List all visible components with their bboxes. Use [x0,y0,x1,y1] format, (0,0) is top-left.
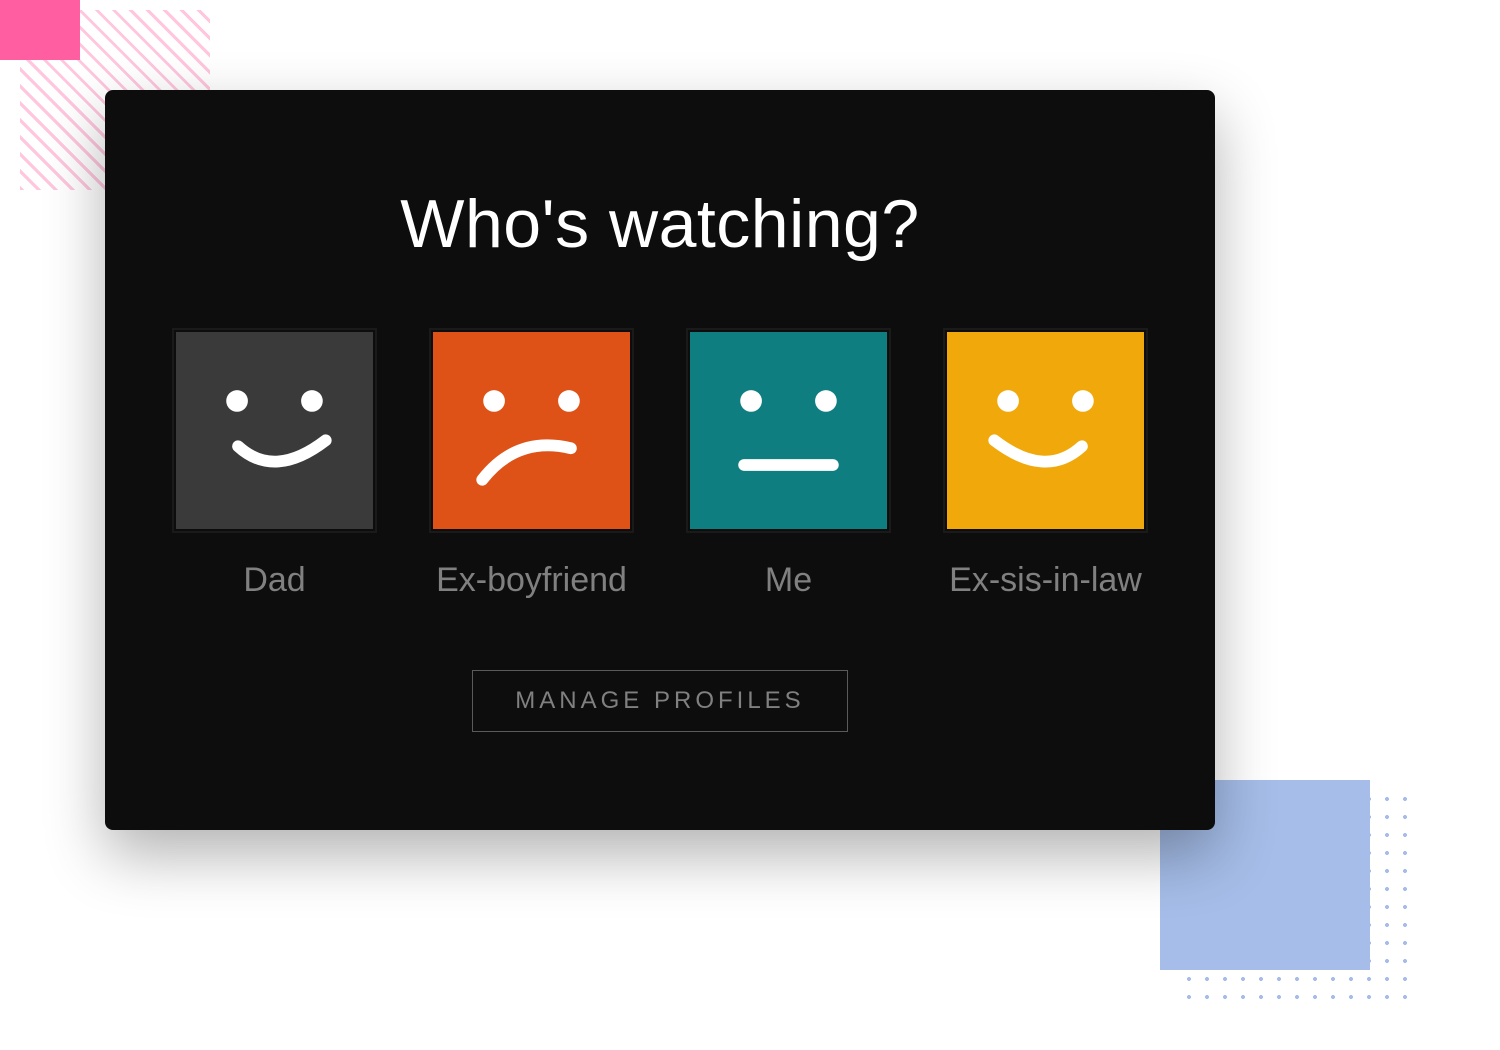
smile-face-icon [176,332,373,529]
avatar-wrapper [943,328,1148,533]
profile-name-label: Ex-sis-in-law [949,561,1142,600]
frown-face-icon [433,332,630,529]
page-title: Who's watching? [400,185,919,263]
neutral-face-icon [690,332,887,529]
profile-item-ex-boyfriend[interactable]: Ex-boyfriend [429,328,634,600]
manage-profiles-button[interactable]: MANAGE PROFILES [472,670,847,732]
profile-name-label: Dad [243,561,305,600]
profile-name-label: Me [765,561,812,600]
profile-item-me[interactable]: Me [686,328,891,600]
profile-name-label: Ex-boyfriend [436,561,627,600]
avatar-wrapper [429,328,634,533]
profiles-row: Dad Ex-boyfriend [172,328,1148,600]
profile-item-dad[interactable]: Dad [172,328,377,600]
profile-item-ex-sis-in-law[interactable]: Ex-sis-in-law [943,328,1148,600]
profile-selector-card: Who's watching? Dad [105,90,1215,830]
smile-face-icon [947,332,1144,529]
background-pink-square [0,0,80,60]
avatar-wrapper [172,328,377,533]
avatar-wrapper [686,328,891,533]
